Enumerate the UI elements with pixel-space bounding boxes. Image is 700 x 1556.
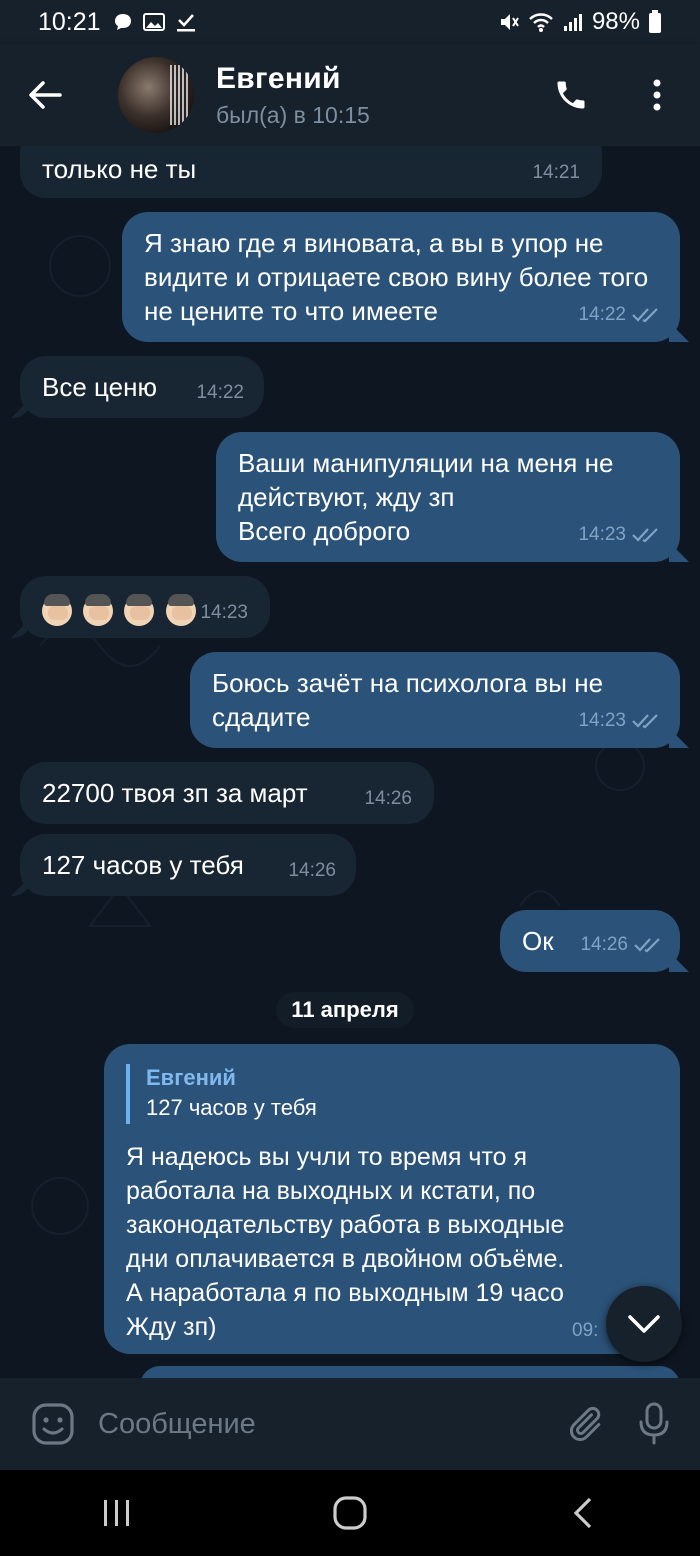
double-check-icon: [634, 938, 660, 953]
message-time: 14:22: [578, 298, 662, 332]
message-outgoing-reply[interactable]: Евгений 127 часов у тебя Я надеюсь вы уч…: [104, 1044, 680, 1354]
double-check-icon: [632, 308, 658, 323]
message-text: только не ты: [42, 154, 197, 184]
message-text: 127 часов у тебя: [42, 850, 244, 880]
more-options-button[interactable]: [614, 45, 700, 145]
system-navigation-bar: [0, 1470, 700, 1556]
message-line: законодательству работа в выходные: [126, 1211, 565, 1239]
message-time: 14:22: [196, 376, 244, 410]
message-text: Боюсь зачёт на психолога вы не сдадите: [212, 668, 611, 732]
reply-quoted-text: 127 часов у тебя: [146, 1095, 317, 1120]
message-time-value: 14:23: [200, 602, 248, 623]
battery-icon: [649, 10, 661, 33]
contact-info[interactable]: Евгений был(а) в 10:15: [216, 62, 370, 129]
battery-percent: 98%: [591, 8, 640, 35]
back-button[interactable]: [0, 44, 90, 146]
message-incoming[interactable]: только не ты 14:21: [20, 146, 602, 198]
facepalm-emoji: [165, 594, 196, 627]
last-seen-status: был(а) в 10:15: [216, 101, 370, 128]
message-time-value: 14:26: [364, 788, 412, 809]
mute-icon: [500, 14, 519, 30]
message-incoming-emoji[interactable]: 14:23: [20, 576, 270, 638]
message-incoming[interactable]: 22700 твоя зп за март 14:26: [20, 762, 434, 824]
message-outgoing-partial[interactable]: [140, 1366, 680, 1378]
facepalm-emoji: [83, 594, 114, 627]
wifi-icon: [529, 13, 553, 32]
message-input-bar: Сообщение: [0, 1378, 700, 1470]
message-time: 14:26: [580, 928, 664, 962]
message-time-value: 09:: [572, 1320, 599, 1341]
message-time-value: 14:26: [580, 934, 628, 955]
message-text: Ваши манипуляции на меня не действуют, ж…: [238, 448, 614, 546]
chat-header: Евгений был(а) в 10:15: [0, 44, 700, 146]
message-incoming[interactable]: 127 часов у тебя 14:26: [20, 834, 356, 896]
message-time: 14:26: [364, 782, 412, 816]
message-time-value: 14:22: [578, 304, 626, 325]
sticker-smile-icon: [32, 1403, 74, 1445]
reply-author: Евгений: [146, 1065, 236, 1090]
chevron-left-icon: [574, 1497, 592, 1529]
paperclip-icon: [569, 1406, 601, 1442]
message-line: работала на выходных и кстати, по: [126, 1177, 536, 1205]
call-button[interactable]: [528, 45, 614, 145]
attach-button[interactable]: [554, 1394, 614, 1454]
message-time-value: 14:23: [578, 524, 626, 545]
header-actions: [528, 45, 700, 145]
message-incoming[interactable]: Все ценю 14:22: [20, 356, 264, 418]
message-text: Ок: [522, 926, 554, 956]
reply-preview[interactable]: Евгений 127 часов у тебя: [126, 1064, 660, 1124]
chat-notification-icon: [114, 14, 131, 30]
message-time-value: 14:26: [288, 860, 336, 881]
message-time-value: 14:22: [196, 382, 244, 403]
message-outgoing[interactable]: Ваши манипуляции на меня не действуют, ж…: [216, 432, 680, 562]
emoji-button[interactable]: [28, 1399, 78, 1449]
message-time: 09:: [572, 1314, 598, 1348]
scroll-to-bottom-button[interactable]: [606, 1286, 682, 1362]
status-time: 10:21: [38, 7, 101, 36]
message-time: 14:26: [288, 854, 336, 888]
dots-vertical-icon: [653, 79, 661, 111]
message-input[interactable]: Сообщение: [98, 1408, 256, 1441]
message-line: дни оплачивается в двойном объёме.: [126, 1245, 565, 1273]
microphone-icon: [639, 1402, 669, 1445]
message-text: 22700 твоя зп за март: [42, 778, 308, 808]
system-back-button[interactable]: [523, 1470, 643, 1556]
message-time-value: 14:21: [532, 162, 580, 183]
arrow-left-icon: [29, 81, 62, 109]
home-button[interactable]: [290, 1470, 410, 1556]
message-time-value: 14:23: [578, 710, 626, 731]
message-time: 14:23: [200, 596, 248, 630]
message-outgoing[interactable]: Ок 14:26: [500, 910, 680, 972]
message-line: А наработала я по выходным 19 часо: [126, 1279, 564, 1307]
double-check-icon: [632, 714, 658, 729]
phone-icon: [557, 81, 585, 109]
recent-apps-button[interactable]: [57, 1470, 177, 1556]
message-line: Я надеюсь вы учли то время что я: [126, 1143, 528, 1171]
message-time: 14:21: [532, 156, 580, 190]
download-done-icon: [176, 14, 195, 32]
home-icon: [333, 1496, 367, 1530]
message-outgoing[interactable]: Я знаю где я виновата, а вы в упор не ви…: [122, 212, 680, 342]
date-separator: 11 апреля: [276, 992, 414, 1028]
double-check-icon: [632, 528, 658, 543]
contact-avatar[interactable]: [118, 57, 194, 133]
message-time: 14:23: [578, 704, 662, 738]
contact-name: Евгений: [216, 61, 341, 95]
signal-icon: [563, 14, 582, 31]
message-text: Все ценю: [42, 372, 157, 402]
status-right: 98%: [498, 8, 662, 36]
facepalm-emoji: [124, 594, 155, 627]
image-notification-icon: [142, 13, 165, 31]
chat-messages-area[interactable]: только не ты 14:21 Я знаю где я виновата…: [0, 146, 700, 1378]
status-bar: 10:21 98%: [0, 0, 700, 44]
facepalm-emoji: [42, 594, 72, 627]
voice-record-button[interactable]: [614, 1394, 694, 1454]
chevron-down-icon: [628, 1315, 660, 1333]
message-time: 14:23: [578, 518, 662, 552]
notification-icons: [113, 11, 197, 33]
message-outgoing[interactable]: Боюсь зачёт на психолога вы не сдадите 1…: [190, 652, 680, 748]
recent-apps-icon: [103, 1500, 129, 1526]
